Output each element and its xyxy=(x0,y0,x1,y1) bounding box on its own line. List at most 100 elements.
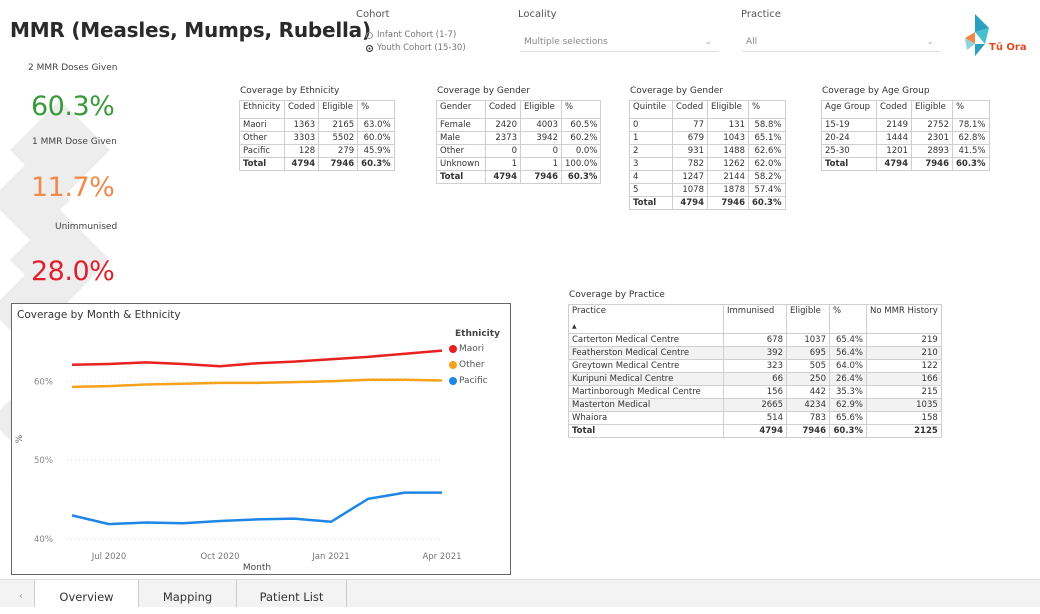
chevron-down-icon: ⌄ xyxy=(704,37,712,47)
table-row[interactable]: Male 2373 3942 60.2% xyxy=(436,131,602,145)
column-header[interactable]: Immunised xyxy=(723,304,787,334)
column-header[interactable]: % xyxy=(829,304,867,334)
table-row[interactable]: 3 782 1262 62.0% xyxy=(629,157,786,171)
table-row[interactable]: 2 931 1488 62.6% xyxy=(629,144,786,158)
table-header-row: Gender Coded Eligible% xyxy=(436,100,602,119)
column-header[interactable]: Coded xyxy=(485,100,521,119)
line-chart-plot: 40% 50% 60% Jul 2020 Oct 2020 Jan 2021 Apr 202… xyxy=(15,349,462,573)
column-header[interactable]: Eligible xyxy=(911,100,953,119)
table-cell: 782 xyxy=(672,157,708,171)
table-cell: 1 xyxy=(485,157,521,171)
table-cell: 3942 xyxy=(520,131,562,145)
table-row[interactable]: Masterton Medical 2665 4234 62.9% 1035 xyxy=(568,398,942,412)
table-row[interactable]: 0 77 131 58.8% xyxy=(629,118,786,132)
table-cell: 1247 xyxy=(672,170,708,184)
kpi-label-unimmunised: Unimmunised xyxy=(55,222,118,232)
table-total-row: Total 4794 7946 60.3% xyxy=(821,157,990,171)
table-cell: 2149 xyxy=(876,118,912,132)
practice-dropdown[interactable]: All ⌄ xyxy=(742,33,940,52)
practice-slicer-title: Practice xyxy=(741,9,781,20)
cohort-option-youth[interactable]: Youth Cohort (15-30) xyxy=(366,42,466,54)
table-cell: 2752 xyxy=(911,118,953,132)
column-header[interactable]: Practice ▲ xyxy=(568,304,724,334)
table-cell: 5 xyxy=(629,183,673,197)
table-row[interactable]: Featherston Medical Centre 392 695 56.4% 210 xyxy=(568,346,942,360)
table-cell: 2125 xyxy=(866,424,942,438)
column-header[interactable]: Gender xyxy=(436,100,486,119)
table-row[interactable]: 5 1078 1878 57.4% xyxy=(629,183,786,197)
column-header[interactable]: Eligible xyxy=(707,100,749,119)
table-row[interactable]: Unknown 1 1 100.0% xyxy=(436,157,602,171)
chevron-left-icon[interactable]: ‹ xyxy=(14,580,28,607)
table-row[interactable]: Pacific 128 279 45.9% xyxy=(239,144,395,158)
tab-patient-list[interactable]: Patient List xyxy=(237,580,347,607)
table-cell: 57.4% xyxy=(748,183,786,197)
table-cell: 2165 xyxy=(318,118,359,132)
table-row[interactable]: 20-24 1444 2301 62.8% xyxy=(821,131,990,145)
table-cell: 122 xyxy=(866,359,942,373)
table-row[interactable]: 25-30 1201 2893 41.5% xyxy=(821,144,990,158)
column-header[interactable]: Ethnicity xyxy=(239,100,285,119)
table-cell: Other xyxy=(239,131,285,145)
table-cell: 323 xyxy=(723,359,787,373)
table-cell: 0 xyxy=(520,144,562,158)
table-cell: Kuripuni Medical Centre xyxy=(568,372,724,386)
column-header[interactable]: % xyxy=(748,100,786,119)
tu-ora-logo: Tū Ora xyxy=(945,10,1035,60)
table-row[interactable]: 15-19 2149 2752 78.1% xyxy=(821,118,990,132)
y-tick-label: 40% xyxy=(34,535,53,545)
table-cell: 62.9% xyxy=(829,398,867,412)
tab-overview[interactable]: Overview xyxy=(34,580,139,607)
table-cell: 4003 xyxy=(520,118,562,132)
table-cell: Female xyxy=(436,118,486,132)
table-cell: 4 xyxy=(629,170,673,184)
table-cell: 65.4% xyxy=(829,333,867,347)
column-header[interactable]: % xyxy=(357,100,395,119)
table-cell: Total xyxy=(239,157,285,171)
table-cell: 1078 xyxy=(672,183,708,197)
column-header[interactable]: Coded xyxy=(672,100,708,119)
table-row[interactable]: 1 679 1043 65.1% xyxy=(629,131,786,145)
table-row[interactable]: Carterton Medical Centre 678 1037 65.4% 219 xyxy=(568,333,942,347)
table-cell: 250 xyxy=(786,372,830,386)
column-header[interactable]: % xyxy=(560,100,602,119)
table-row[interactable]: Martinborough Medical Centre 156 442 35.3% 2… xyxy=(568,385,942,399)
table-cell: 15-19 xyxy=(821,118,877,132)
table-cell: 0.0% xyxy=(560,144,602,158)
table-cell: Pacific xyxy=(239,144,285,158)
column-header[interactable]: % xyxy=(952,100,990,119)
table-row[interactable]: 4 1247 2144 58.2% xyxy=(629,170,786,184)
column-header[interactable]: Eligible xyxy=(520,100,562,119)
column-header[interactable]: Age Group xyxy=(821,100,877,119)
tab-mapping[interactable]: Mapping xyxy=(139,580,237,607)
x-axis-label: Month xyxy=(243,563,271,573)
practice-table: Practice ▲ Immunised Eligible% No MMR Histor… xyxy=(568,304,942,438)
coverage-by-month-chart: Coverage by Month & Ethnicity Ethnicity … xyxy=(11,303,511,575)
table-total-row: Total 4794 7946 60.3% 2125 xyxy=(568,424,942,438)
table-row[interactable]: Maori 1363 2165 63.0% xyxy=(239,118,395,132)
column-header[interactable]: Eligible xyxy=(786,304,830,334)
table-row[interactable]: Other 0 0 0.0% xyxy=(436,144,602,158)
y-tick-label: 50% xyxy=(34,456,53,466)
table-row[interactable]: Female 2420 4003 60.5% xyxy=(436,118,602,132)
column-header[interactable]: No MMR History xyxy=(866,304,942,334)
table-row[interactable]: Whaiora 514 783 65.6% 158 xyxy=(568,411,942,425)
locality-dropdown[interactable]: Multiple selections ⌄ xyxy=(520,33,718,52)
table-cell: 77 xyxy=(672,118,708,132)
cohort-option-infant[interactable]: Infant Cohort (1-7) xyxy=(366,29,456,41)
table-cell: 4794 xyxy=(283,157,320,171)
table-cell: 78.1% xyxy=(952,118,990,132)
column-header[interactable]: Quintile xyxy=(629,100,673,119)
column-header[interactable]: Eligible xyxy=(318,100,359,119)
table-row[interactable]: Other 3303 5502 60.0% xyxy=(239,131,395,145)
locality-slicer-title: Locality xyxy=(518,9,557,20)
table-cell: Other xyxy=(436,144,486,158)
table-row[interactable]: Greytown Medical Centre 323 505 64.0% 122 xyxy=(568,359,942,373)
sort-ascending-icon[interactable]: ▲ xyxy=(572,322,720,332)
table-cell: 514 xyxy=(723,411,787,425)
table-cell: 166 xyxy=(866,372,942,386)
table-row[interactable]: Kuripuni Medical Centre 66 250 26.4% 166 xyxy=(568,372,942,386)
column-header[interactable]: Coded xyxy=(876,100,912,119)
column-header[interactable]: Coded xyxy=(283,100,320,119)
table-cell: 1488 xyxy=(707,144,749,158)
